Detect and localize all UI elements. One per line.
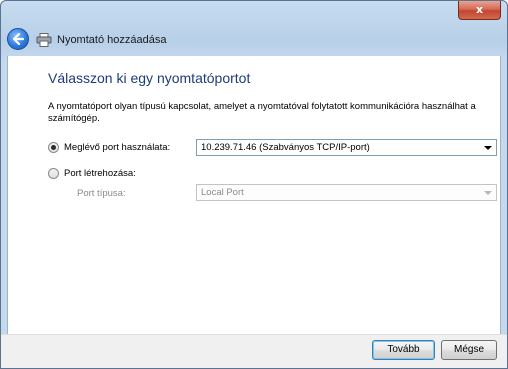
existing-port-radio[interactable] (48, 142, 59, 153)
port-type-label: Port típusa: (77, 188, 126, 199)
chevron-down-icon (484, 191, 492, 195)
existing-port-label[interactable]: Meglévő port használata: (64, 142, 170, 153)
wizard-content: Válasszon ki egy nyomtatóportot A nyomta… (7, 56, 501, 368)
back-button[interactable] (7, 28, 29, 50)
page-heading: Válasszon ki egy nyomtatóportot (48, 70, 251, 86)
port-type-value: Local Port (201, 187, 244, 198)
port-type-select[interactable]: Local Port (196, 184, 497, 201)
existing-port-select[interactable]: 10.239.71.46 (Szabványos TCP/IP-port) (196, 139, 497, 156)
cancel-button[interactable]: Mégse (441, 340, 497, 360)
new-port-label[interactable]: Port létrehozása: (64, 168, 136, 179)
close-button[interactable]: x (458, 1, 501, 20)
new-port-radio[interactable] (48, 168, 59, 179)
printer-icon (36, 33, 52, 47)
existing-port-value: 10.239.71.46 (Szabványos TCP/IP-port) (201, 142, 370, 153)
page-description: A nyomtatóport olyan típusú kapcsolat, a… (48, 101, 476, 124)
window-title: Nyomtató hozzáadása (57, 34, 167, 46)
title-bar: Nyomtató hozzáadása (1, 25, 507, 55)
add-printer-window: x Nyomtató hozzáadása Válasszon ki egy n… (0, 0, 508, 369)
back-arrow-icon (12, 33, 24, 45)
wizard-footer: Tovább Mégse (1, 334, 507, 368)
chevron-down-icon (484, 146, 492, 150)
next-button[interactable]: Tovább (372, 340, 435, 360)
